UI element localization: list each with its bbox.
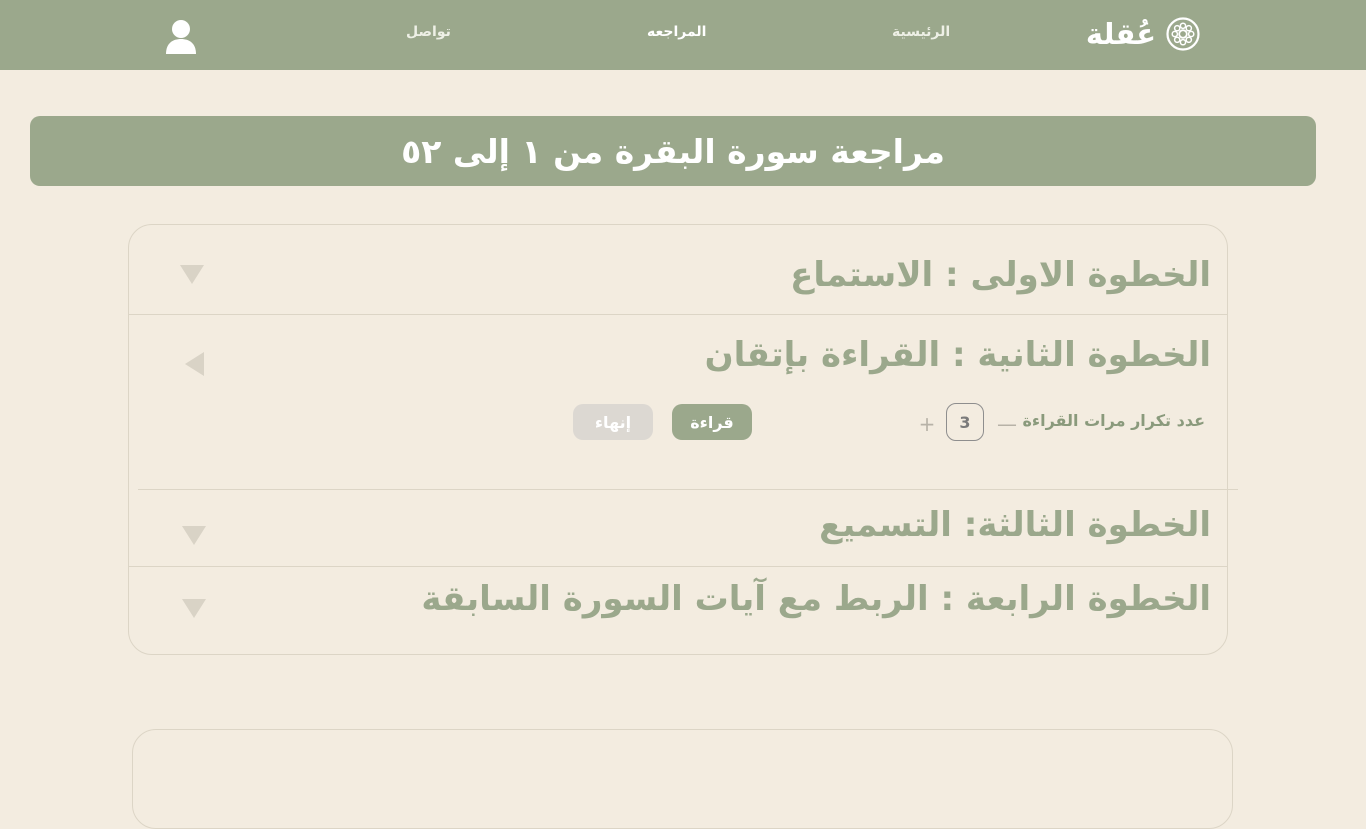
chevron-down-icon[interactable] [182,526,206,545]
step-2-title[interactable]: الخطوة الثانية : القراءة بإتقان [705,335,1211,375]
repeat-count-label: عدد تكرار مرات القراءة [1022,411,1205,430]
page-title-banner: مراجعة سورة البقرة من ١ إلى ٥٢ [30,116,1316,186]
chevron-down-icon[interactable] [180,265,204,284]
increment-button[interactable]: + [915,409,939,439]
divider [129,566,1227,567]
decrement-button[interactable]: — [995,409,1019,439]
step-4-title[interactable]: الخطوة الرابعة : الربط مع آيات السورة ال… [421,579,1211,619]
flower-logo-icon [1166,17,1200,51]
user-icon[interactable] [164,19,198,55]
finish-button[interactable]: إنهاء [573,404,653,440]
repeat-count-value: 3 [946,403,984,441]
divider [129,314,1227,315]
nav-review-link[interactable]: المراجعه [647,24,706,40]
nav-contact-link[interactable]: تواصل [406,24,451,40]
read-button[interactable]: قراءة [672,404,752,440]
step-3-title[interactable]: الخطوة الثالثة: التسميع [819,505,1211,545]
chevron-left-icon[interactable] [185,352,204,376]
top-navbar: عُقلة الرئيسية المراجعه تواصل [0,0,1366,70]
chevron-down-icon[interactable] [182,599,206,618]
secondary-card [132,729,1233,829]
logo-text: عُقلة [1085,17,1156,51]
step-1-title[interactable]: الخطوة الاولى : الاستماع [790,255,1211,295]
nav-home-link[interactable]: الرئيسية [892,24,950,40]
page-title: مراجعة سورة البقرة من ١ إلى ٥٢ [401,131,945,171]
steps-accordion: الخطوة الاولى : الاستماع الخطوة الثانية … [128,224,1238,655]
logo[interactable]: عُقلة [1086,14,1200,54]
divider [138,489,1238,490]
